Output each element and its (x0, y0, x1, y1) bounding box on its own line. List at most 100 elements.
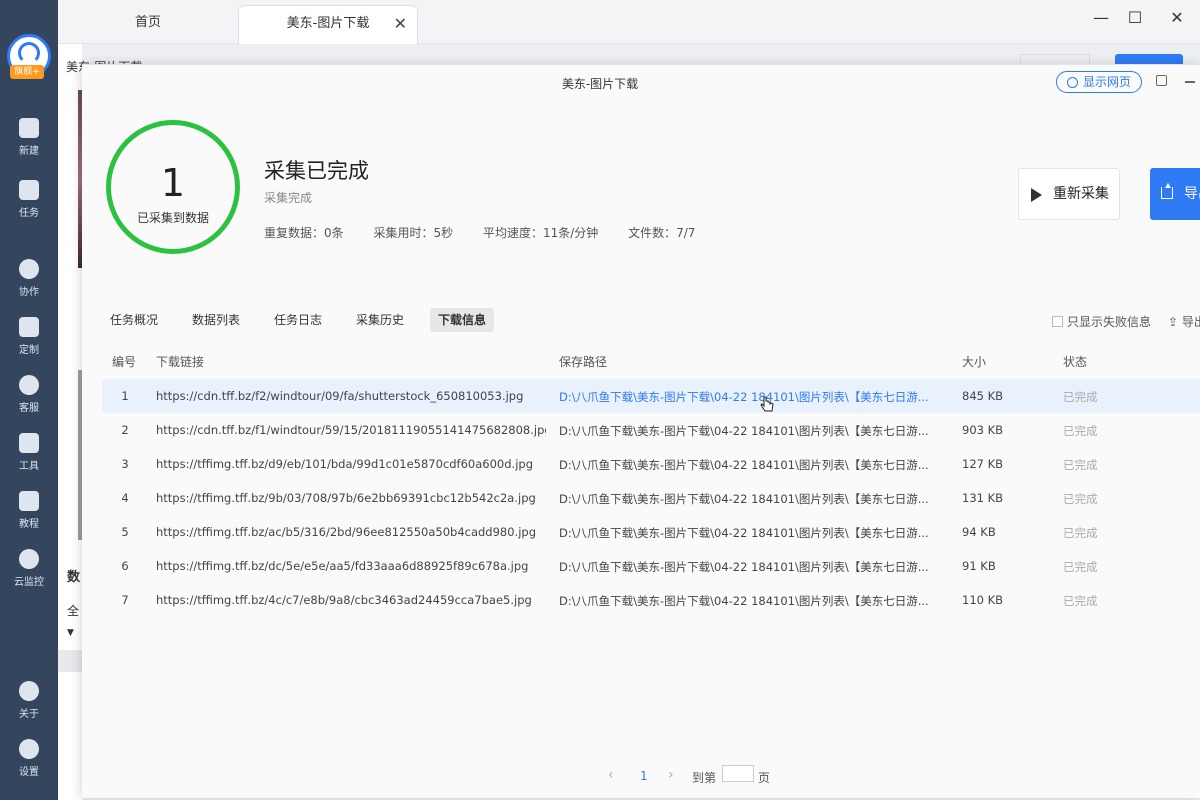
table-row[interactable]: 5 https://tffimg.tff.bz/ac/b5/316/2bd/96… (102, 515, 1200, 549)
row-status: 已完成 (1063, 390, 1098, 404)
table-row[interactable]: 1 https://cdn.tff.bz/f2/windtour/09/fa/s… (102, 379, 1200, 413)
row-url: https://cdn.tff.bz/f1/windtour/59/15/201… (156, 423, 546, 437)
maximize-icon[interactable]: ☐ (1122, 8, 1148, 27)
rerun-button[interactable]: 重新采集 (1018, 168, 1120, 220)
sidebar-item-new[interactable]: 新建 (0, 118, 58, 157)
tab-download-info[interactable]: 下载信息 (430, 308, 495, 332)
row-status: 已完成 (1063, 424, 1098, 438)
sidebar-item-about[interactable]: 关于 (0, 681, 58, 720)
collected-count-ring: 1 已采集到数据 (106, 120, 240, 254)
row-index: 1 (121, 389, 129, 403)
tab-home[interactable]: 首页 (88, 5, 208, 44)
sidebar-item-label: 任务 (19, 208, 39, 219)
row-size: 91 KB (962, 559, 996, 573)
sidebar-item-custom[interactable]: 定制 (0, 317, 58, 356)
collected-count: 1 (160, 161, 186, 205)
headset-icon (19, 375, 39, 395)
hand-cursor-icon (760, 396, 774, 412)
window-close-icon[interactable]: ✕ (1164, 8, 1190, 27)
export-label: 导出数据 (1184, 186, 1200, 202)
row-path-link[interactable]: D:\八爪鱼下载\美东-图片下载\04-22 184101\图片列表\【美东七日… (559, 389, 935, 405)
sidebar-item-tools[interactable]: 工具 (0, 433, 58, 472)
row-url: https://tffimg.tff.bz/ac/b5/316/2bd/96ee… (156, 525, 537, 539)
sidebar-item-label: 关于 (19, 709, 39, 720)
rerun-label: 重新采集 (1053, 186, 1109, 202)
row-index: 3 (121, 457, 129, 471)
row-size: 131 KB (962, 491, 1004, 505)
table-row[interactable]: 6 https://tffimg.tff.bz/dc/5e/e5e/aa5/fd… (102, 549, 1200, 583)
row-path-link[interactable]: D:\八爪鱼下载\美东-图片下载\04-22 184101\图片列表\【美东七日… (559, 423, 935, 439)
sidebar-item-cloud-monitor[interactable]: 云监控 (0, 549, 58, 588)
row-status: 已完成 (1063, 560, 1098, 574)
tab-bar: 首页 美东-图片下载 ✕ — ☐ ✕ (58, 0, 1200, 44)
column-header: 保存路径 (559, 355, 608, 369)
row-status: 已完成 (1063, 594, 1098, 608)
row-url: https://tffimg.tff.bz/4c/c7/e8b/9a8/cbc3… (156, 593, 532, 607)
row-path-link[interactable]: D:\八爪鱼下载\美东-图片下载\04-22 184101\图片列表\【美东七日… (559, 593, 935, 609)
octopus-logo-icon (18, 42, 40, 64)
table-row[interactable]: 4 https://tffimg.tff.bz/9b/03/708/97b/6e… (102, 481, 1200, 515)
background-row (58, 650, 82, 672)
sidebar-item-tasks[interactable]: 任务 (0, 180, 58, 219)
next-page-icon[interactable]: › (668, 767, 674, 783)
row-size: 127 KB (962, 457, 1004, 471)
table-row[interactable]: 7 https://tffimg.tff.bz/4c/c7/e8b/9a8/cb… (102, 583, 1200, 617)
row-status: 已完成 (1063, 458, 1098, 472)
show-webpage-label: 显示网页 (1082, 75, 1131, 89)
tab-overview[interactable]: 任务概况 (110, 308, 158, 332)
background-label: 全 (67, 604, 80, 618)
row-status: 已完成 (1063, 492, 1098, 506)
sidebar-item-settings[interactable]: 设置 (0, 739, 58, 778)
tab-history[interactable]: 采集历史 (356, 308, 404, 332)
stats-line: 重复数据：0条 采集用时：5秒 平均速度：11条/分钟 文件数：7/7 (264, 224, 721, 241)
column-header: 下载链接 (156, 355, 205, 369)
row-url: https://tffimg.tff.bz/d9/eb/101/bda/99d1… (156, 457, 533, 471)
sidebar-item-support[interactable]: 客服 (0, 375, 58, 414)
column-header: 编号 (112, 355, 137, 369)
row-path-link[interactable]: D:\八爪鱼下载\美东-图片下载\04-22 184101\图片列表\【美东七日… (559, 559, 935, 575)
edit-icon[interactable] (1156, 75, 1167, 86)
plus-box-icon (19, 118, 39, 138)
row-index: 5 (121, 525, 129, 539)
left-sidebar: 旗舰+ 新建 任务 协作 定制 客服 工具 教程 云监控 关于 设置 (0, 0, 58, 800)
goto-page-input[interactable] (722, 765, 754, 782)
sidebar-item-label: 工具 (19, 461, 39, 472)
row-index: 6 (121, 559, 129, 573)
row-size: 845 KB (962, 389, 1004, 403)
row-path-link[interactable]: D:\八爪鱼下载\美东-图片下载\04-22 184101\图片列表\【美东七日… (559, 525, 935, 541)
row-url: https://tffimg.tff.bz/9b/03/708/97b/6e2b… (156, 491, 536, 505)
tab-data-list[interactable]: 数据列表 (192, 308, 240, 332)
sidebar-item-label: 定制 (19, 345, 39, 356)
sidebar-item-label: 云监控 (14, 577, 44, 588)
show-webpage-button[interactable]: 显示网页 (1056, 71, 1142, 93)
sidebar-item-collab[interactable]: 协作 (0, 259, 58, 298)
table-row[interactable]: 3 https://tffimg.tff.bz/d9/eb/101/bda/99… (102, 447, 1200, 481)
tab-active[interactable]: 美东-图片下载 ✕ (238, 5, 418, 44)
diamond-check-icon (19, 317, 39, 337)
row-path-link[interactable]: D:\八爪鱼下载\美东-图片下载\04-22 184101\图片列表\【美东七日… (559, 457, 935, 473)
only-failed-checkbox[interactable]: 只显示失败信息 (1052, 313, 1151, 330)
info-icon (19, 681, 39, 701)
minimize-icon[interactable]: — (1088, 8, 1114, 27)
sidebar-item-tutorial[interactable]: 教程 (0, 491, 58, 530)
row-index: 4 (121, 491, 129, 505)
tab-task-log[interactable]: 任务日志 (274, 308, 322, 332)
export-data-button[interactable]: 导出数据 (1150, 168, 1200, 220)
upload-icon (1161, 183, 1173, 199)
row-size: 903 KB (962, 423, 1004, 437)
sidebar-item-label: 设置 (19, 767, 39, 778)
sidebar-item-label: 客服 (19, 403, 39, 414)
dialog-minimize-icon[interactable] (1185, 81, 1195, 83)
cloud-monitor-icon (19, 549, 39, 569)
export-link[interactable]: ⇪ 导出 (1168, 313, 1200, 330)
gear-icon (19, 739, 39, 759)
page-number-current[interactable]: 1 (640, 769, 648, 783)
row-size: 110 KB (962, 593, 1004, 607)
stat-speed: 平均速度：11条/分钟 (482, 226, 599, 240)
stat-duplicates: 重复数据：0条 (264, 226, 344, 240)
table-row[interactable]: 2 https://cdn.tff.bz/f1/windtour/59/15/2… (102, 413, 1200, 447)
prev-page-icon[interactable]: ‹ (608, 767, 614, 783)
row-path-link[interactable]: D:\八爪鱼下载\美东-图片下载\04-22 184101\图片列表\【美东七日… (559, 491, 935, 507)
background-label: 数 (67, 570, 81, 585)
tab-close-icon[interactable]: ✕ (394, 6, 407, 42)
